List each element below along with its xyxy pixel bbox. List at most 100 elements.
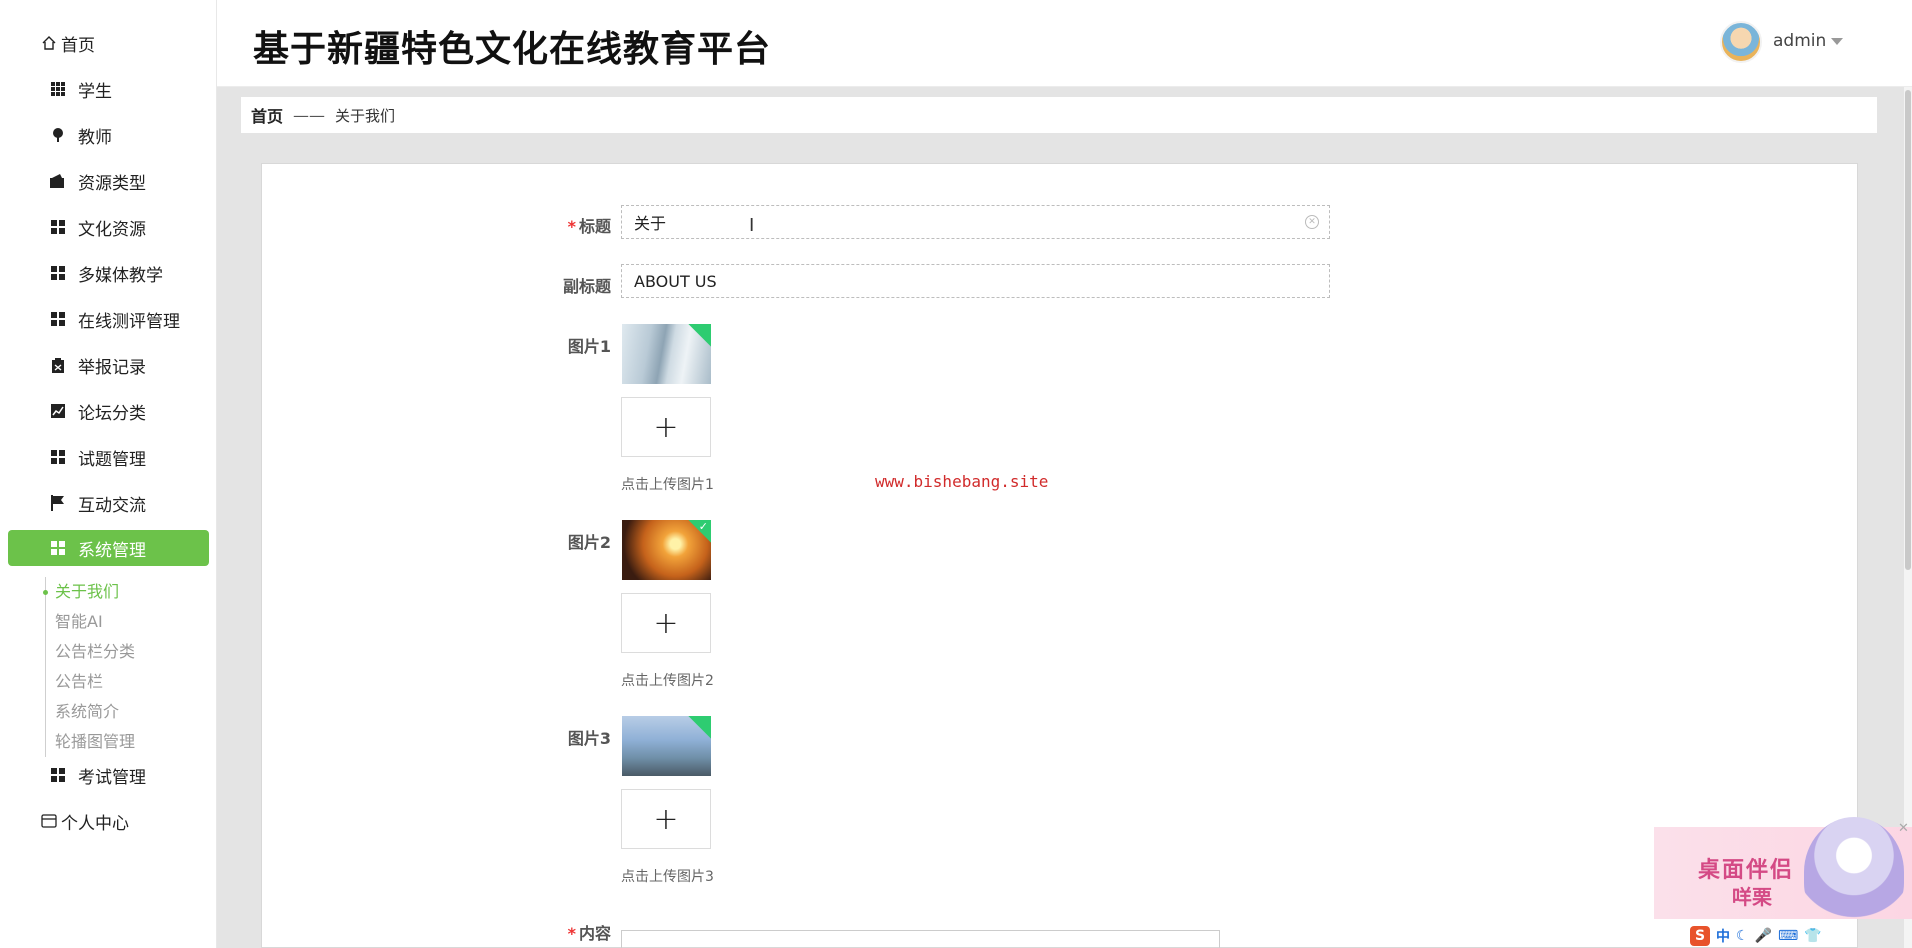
sidebar-item-multimedia[interactable]: 多媒体教学: [8, 255, 209, 291]
sidebar-item-label: 多媒体教学: [78, 265, 163, 286]
apps-icon: [50, 265, 66, 281]
sidebar-item-label: 文化资源: [78, 219, 146, 240]
text-cursor-icon: I: [749, 215, 755, 236]
subtitle-input-value: ABOUT US: [634, 271, 717, 291]
sidebar-item-label: 资源类型: [78, 173, 146, 194]
sidebar-item-reports[interactable]: 举报记录: [8, 347, 209, 383]
image2-upload-button[interactable]: +: [621, 593, 711, 653]
sidebar-item-teachers[interactable]: 教师: [8, 117, 209, 153]
sidebar-item-label: 试题管理: [78, 449, 146, 470]
breadcrumb-home[interactable]: 首页: [251, 103, 283, 127]
username[interactable]: admin: [1773, 31, 1826, 51]
apps-icon: [50, 540, 66, 556]
wallet-icon: [50, 173, 66, 189]
ime-mode[interactable]: 中: [1716, 926, 1730, 946]
submenu-item-about-us[interactable]: 关于我们: [43, 577, 195, 607]
image1-label: 图片1: [567, 337, 611, 356]
image1-upload-button[interactable]: +: [621, 397, 711, 457]
pet-title: 桌面伴侣: [1698, 858, 1795, 883]
sidebar-item-label: 首页: [61, 35, 95, 56]
sidebar-item-label: 举报记录: [78, 357, 146, 378]
system-submenu: 关于我们 智能AI 公告栏分类 公告栏 系统简介 轮播图管理: [43, 577, 195, 757]
title-label-text: 标题: [578, 217, 611, 236]
sidebar-item-label: 个人中心: [61, 813, 129, 834]
sidebar-item-label: 考试管理: [78, 767, 146, 788]
ime-toolbar: S 中 ☾ 🎤 ⌨ 👕: [1690, 924, 1912, 948]
title-input[interactable]: 关于 ✕: [621, 205, 1330, 239]
upload-success-badge: [688, 716, 711, 739]
card-icon: [41, 813, 57, 829]
image1-thumbnail[interactable]: [622, 324, 711, 384]
pet-character-image: [1804, 817, 1904, 927]
ime-logo-icon[interactable]: S: [1690, 926, 1710, 946]
clear-icon[interactable]: ✕: [1305, 215, 1319, 229]
submenu-item-smart-ai[interactable]: 智能AI: [46, 607, 195, 637]
content-label-text: 内容: [578, 924, 611, 943]
sidebar-item-label: 论坛分类: [78, 403, 146, 424]
apps-icon: [50, 219, 66, 235]
sidebar-item-forum-categories[interactable]: 论坛分类: [8, 393, 209, 429]
app-title: 基于新疆特色文化在线教育平台: [253, 29, 772, 70]
required-mark: *: [567, 217, 576, 236]
home-icon: [41, 35, 57, 51]
sidebar-item-students[interactable]: 学生: [8, 71, 209, 107]
sidebar-item-profile[interactable]: 个人中心: [8, 803, 209, 839]
pet-name: 咩栗: [1732, 885, 1772, 909]
top-header: 基于新疆特色文化在线教育平台 admin: [217, 0, 1912, 87]
submenu-item-notices[interactable]: 公告栏: [46, 667, 195, 697]
caret-down-icon[interactable]: [1831, 38, 1843, 45]
sidebar: 首页 学生 教师 资源类型 文化资源 多媒体教学 在线测评管理 举报记录 论坛分…: [0, 0, 217, 948]
watermark: www.bishebang.site: [875, 472, 1049, 491]
sidebar-item-label: 系统管理: [78, 540, 146, 561]
mic-icon[interactable]: 🎤: [1755, 928, 1772, 944]
sidebar-item-exam-management[interactable]: 考试管理: [8, 757, 209, 793]
image2-label: 图片2: [567, 533, 611, 552]
sidebar-item-resource-types[interactable]: 资源类型: [8, 163, 209, 199]
sidebar-item-home[interactable]: 首页: [8, 25, 209, 61]
close-icon[interactable]: ✕: [1898, 821, 1909, 836]
chart-icon: [50, 403, 66, 419]
content-label: * 内容: [491, 920, 611, 944]
sidebar-item-interaction[interactable]: 互动交流: [8, 485, 209, 521]
clipboard-icon: [50, 357, 66, 373]
breadcrumb: 首页 —— 关于我们: [241, 97, 1877, 133]
title-label: * 标题: [491, 213, 611, 237]
keyboard-icon[interactable]: ⌨: [1778, 928, 1798, 944]
check-icon: ✓: [698, 520, 708, 533]
image2-thumbnail[interactable]: ✓: [622, 520, 711, 580]
content-editor[interactable]: [621, 930, 1220, 948]
apps-icon: [50, 311, 66, 327]
avatar[interactable]: [1720, 21, 1762, 63]
image3-upload-hint: 点击上传图片3: [621, 869, 714, 885]
moon-icon[interactable]: ☾: [1736, 928, 1749, 944]
breadcrumb-current: 关于我们: [335, 106, 396, 125]
title-input-value: 关于: [634, 214, 667, 233]
grid-icon: [50, 81, 66, 97]
submenu-item-notice-categories[interactable]: 公告栏分类: [46, 637, 195, 667]
sidebar-item-system-management[interactable]: 系统管理: [8, 530, 209, 566]
submenu-item-system-intro[interactable]: 系统简介: [46, 697, 195, 727]
sidebar-item-question-bank[interactable]: 试题管理: [8, 439, 209, 475]
subtitle-input[interactable]: ABOUT US: [621, 264, 1330, 298]
image2-upload-hint: 点击上传图片2: [621, 673, 714, 689]
apps-icon: [50, 449, 66, 465]
image1-upload-hint: 点击上传图片1: [621, 477, 714, 493]
sidebar-item-online-assessment[interactable]: 在线测评管理: [8, 301, 209, 337]
upload-success-badge: [688, 324, 711, 347]
sidebar-item-culture-resources[interactable]: 文化资源: [8, 209, 209, 245]
subtitle-label: 副标题: [562, 277, 611, 296]
image3-thumbnail[interactable]: [622, 716, 711, 776]
shirt-icon[interactable]: 👕: [1804, 928, 1821, 944]
image3-upload-button[interactable]: +: [621, 789, 711, 849]
flag-icon: [50, 495, 66, 511]
scrollbar-thumb[interactable]: [1905, 90, 1911, 570]
sidebar-item-label: 教师: [78, 127, 112, 148]
submenu-item-carousel[interactable]: 轮播图管理: [46, 727, 195, 757]
image3-label: 图片3: [567, 729, 611, 748]
required-mark: *: [567, 924, 576, 943]
sidebar-item-label: 在线测评管理: [78, 311, 180, 332]
pin-icon: [50, 127, 66, 143]
sidebar-item-label: 学生: [78, 81, 112, 102]
apps-icon: [50, 767, 66, 783]
sidebar-item-label: 互动交流: [78, 495, 146, 516]
